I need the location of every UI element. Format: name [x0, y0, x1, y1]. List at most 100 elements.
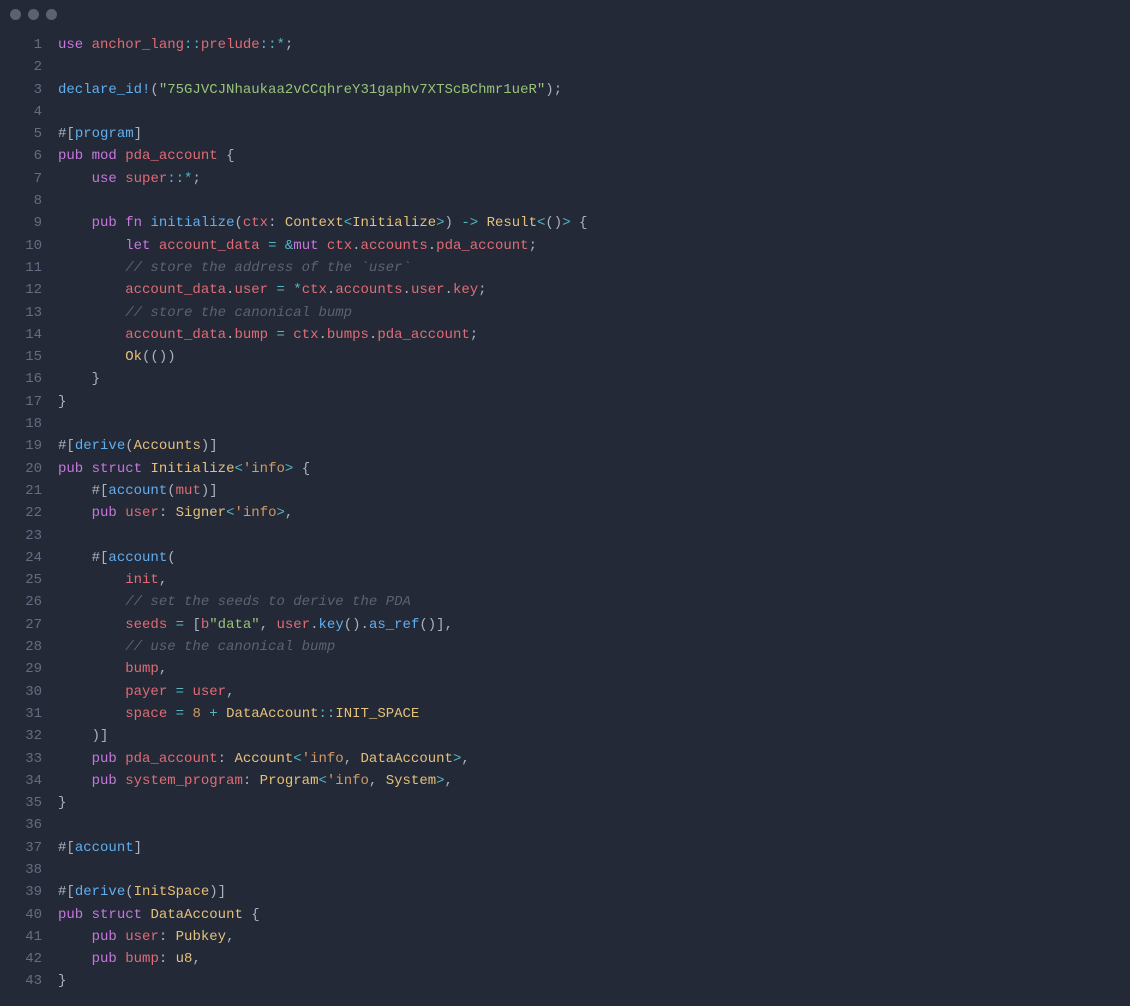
token-op: > — [436, 773, 444, 789]
line-number: 21 — [0, 480, 42, 502]
code-line[interactable]: // set the seeds to derive the PDA — [58, 591, 1130, 613]
token-ty: Result — [487, 215, 537, 231]
code-line[interactable]: pub user: Signer<'info>, — [58, 502, 1130, 524]
code-line[interactable]: pub pda_account: Account<'info, DataAcco… — [58, 748, 1130, 770]
code-line[interactable]: pub user: Pubkey, — [58, 926, 1130, 948]
code-line[interactable]: // store the canonical bump — [58, 302, 1130, 324]
token-st: "data" — [209, 617, 259, 633]
code-line[interactable]: payer = user, — [58, 681, 1130, 703]
token-id: account_data — [159, 238, 260, 254]
token-id: bump — [234, 327, 268, 343]
code-line[interactable]: pub fn initialize(ctx: Context<Initializ… — [58, 212, 1130, 234]
line-number: 3 — [0, 79, 42, 101]
token-pn — [58, 171, 92, 187]
code-line[interactable]: pub mod pda_account { — [58, 145, 1130, 167]
code-line[interactable]: } — [58, 970, 1130, 992]
code-line[interactable]: let account_data = &mut ctx.accounts.pda… — [58, 235, 1130, 257]
code-line[interactable]: } — [58, 368, 1130, 390]
close-icon[interactable] — [10, 9, 21, 20]
token-ty: DataAccount — [150, 907, 242, 923]
token-kw: pub — [58, 461, 83, 477]
token-op: :: — [184, 37, 201, 53]
token-fnm: as_ref — [369, 617, 419, 633]
token-pn — [167, 684, 175, 700]
token-pn: : — [159, 951, 176, 967]
code-line[interactable] — [58, 56, 1130, 78]
code-line[interactable]: declare_id!("75GJVCJNhaukaa2vCCqhreY31ga… — [58, 79, 1130, 101]
token-id: user — [411, 282, 445, 298]
code-line[interactable] — [58, 859, 1130, 881]
token-pn — [117, 148, 125, 164]
code-line[interactable]: pub system_program: Program<'info, Syste… — [58, 770, 1130, 792]
token-pn: . — [428, 238, 436, 254]
token-id: anchor_lang — [92, 37, 184, 53]
code-area[interactable]: 1234567891011121314151617181920212223242… — [0, 28, 1130, 993]
minimize-icon[interactable] — [28, 9, 39, 20]
token-pn: ( — [167, 550, 175, 566]
token-fnm: derive — [75, 438, 125, 454]
line-number: 35 — [0, 792, 42, 814]
code-line[interactable]: use anchor_lang::prelude::*; — [58, 34, 1130, 56]
code-line[interactable]: Ok(()) — [58, 346, 1130, 368]
token-pn: { — [293, 461, 310, 477]
line-number: 18 — [0, 413, 42, 435]
code-lines[interactable]: use anchor_lang::prelude::*;declare_id!(… — [50, 34, 1130, 993]
code-line[interactable]: #[account( — [58, 547, 1130, 569]
line-number: 42 — [0, 948, 42, 970]
code-line[interactable]: init, — [58, 569, 1130, 591]
maximize-icon[interactable] — [46, 9, 57, 20]
code-line[interactable]: #[program] — [58, 123, 1130, 145]
token-id: system_program — [125, 773, 243, 789]
token-at: ] — [100, 728, 108, 744]
token-pn — [58, 305, 125, 321]
code-line[interactable]: use super::*; — [58, 168, 1130, 190]
code-line[interactable]: } — [58, 391, 1130, 413]
code-line[interactable]: space = 8 + DataAccount::INIT_SPACE — [58, 703, 1130, 725]
token-ty: Initialize — [150, 461, 234, 477]
token-pn — [58, 929, 92, 945]
code-line[interactable] — [58, 413, 1130, 435]
token-kw: pub — [92, 773, 117, 789]
code-line[interactable]: #[account(mut)] — [58, 480, 1130, 502]
token-pn — [167, 617, 175, 633]
line-number: 20 — [0, 458, 42, 480]
code-line[interactable]: bump, — [58, 658, 1130, 680]
token-pn — [58, 594, 125, 610]
code-line[interactable]: pub bump: u8, — [58, 948, 1130, 970]
token-at: #[ — [58, 840, 75, 856]
code-line[interactable]: } — [58, 792, 1130, 814]
code-line[interactable]: seeds = [b"data", user.key().as_ref()], — [58, 614, 1130, 636]
token-pn: , — [159, 661, 167, 677]
line-number: 23 — [0, 525, 42, 547]
code-line[interactable]: #[derive(InitSpace)] — [58, 881, 1130, 903]
code-line[interactable]: #[derive(Accounts)] — [58, 435, 1130, 457]
token-pn: ) — [209, 884, 217, 900]
code-line[interactable] — [58, 814, 1130, 836]
token-pn: . — [319, 327, 327, 343]
token-nm: 'info — [234, 505, 276, 521]
line-number: 7 — [0, 168, 42, 190]
code-line[interactable]: pub struct Initialize<'info> { — [58, 458, 1130, 480]
code-line[interactable]: pub struct DataAccount { — [58, 904, 1130, 926]
token-fnm: declare_id! — [58, 82, 150, 98]
code-line[interactable] — [58, 101, 1130, 123]
token-pn — [117, 171, 125, 187]
token-op: :: — [319, 706, 336, 722]
token-ty: Context — [285, 215, 344, 231]
token-id: pda_account — [125, 148, 217, 164]
token-ty: InitSpace — [134, 884, 210, 900]
code-line[interactable]: )] — [58, 725, 1130, 747]
token-fnm: key — [319, 617, 344, 633]
code-line[interactable] — [58, 525, 1130, 547]
code-line[interactable]: #[account] — [58, 837, 1130, 859]
token-pn: { — [571, 215, 588, 231]
line-number: 32 — [0, 725, 42, 747]
token-id: ctx — [293, 327, 318, 343]
token-id: prelude — [201, 37, 260, 53]
code-line[interactable]: // use the canonical bump — [58, 636, 1130, 658]
code-line[interactable]: account_data.bump = ctx.bumps.pda_accoun… — [58, 324, 1130, 346]
token-pn: (). — [344, 617, 369, 633]
code-line[interactable]: account_data.user = *ctx.accounts.user.k… — [58, 279, 1130, 301]
code-line[interactable]: // store the address of the `user` — [58, 257, 1130, 279]
code-line[interactable] — [58, 190, 1130, 212]
